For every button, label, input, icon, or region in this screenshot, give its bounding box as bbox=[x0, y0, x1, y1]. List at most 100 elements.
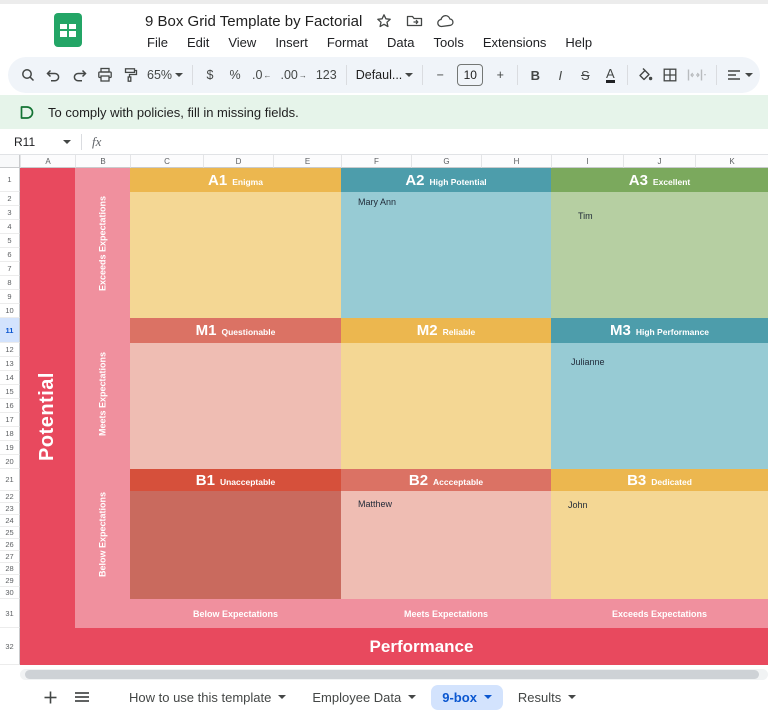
redo-icon[interactable] bbox=[71, 63, 88, 87]
spreadsheet-grid[interactable]: ABCDEFGHIJK12345678910111213141516171819… bbox=[0, 155, 768, 682]
horizontal-align-select[interactable] bbox=[726, 63, 753, 87]
chevron-down-icon[interactable] bbox=[568, 695, 576, 699]
box-body-m1[interactable] bbox=[130, 343, 341, 469]
chevron-down-icon[interactable] bbox=[278, 695, 286, 699]
increase-font-size-button[interactable]: + bbox=[492, 63, 508, 87]
paint-format-icon[interactable] bbox=[122, 63, 138, 87]
cloud-status-icon[interactable] bbox=[437, 15, 455, 28]
box-header-m3[interactable]: M3High Performance bbox=[551, 318, 768, 343]
menu-file[interactable]: File bbox=[147, 35, 168, 50]
scrollbar-thumb[interactable] bbox=[25, 670, 759, 679]
column-header-j[interactable]: J bbox=[623, 155, 695, 168]
row-header-30[interactable]: 30 bbox=[0, 587, 20, 599]
box-header-a3[interactable]: A3Excellent bbox=[551, 168, 768, 192]
box-header-b3[interactable]: B3Dedicated bbox=[551, 469, 768, 491]
column-header-b[interactable]: B bbox=[75, 155, 130, 168]
row-header-31[interactable]: 31 bbox=[0, 599, 20, 628]
italic-button[interactable]: I bbox=[552, 63, 568, 87]
row-header-2[interactable]: 2 bbox=[0, 192, 20, 206]
chevron-down-icon[interactable] bbox=[63, 140, 71, 144]
row-header-15[interactable]: 15 bbox=[0, 385, 20, 399]
column-header-g[interactable]: G bbox=[411, 155, 481, 168]
select-all-corner[interactable] bbox=[0, 155, 20, 168]
box-header-m2[interactable]: M2Reliable bbox=[341, 318, 551, 343]
box-header-b2[interactable]: B2Accceptable bbox=[341, 469, 551, 491]
menu-view[interactable]: View bbox=[228, 35, 256, 50]
print-icon[interactable] bbox=[97, 63, 113, 87]
row-header-14[interactable]: 14 bbox=[0, 371, 20, 385]
sheets-logo-icon[interactable] bbox=[54, 13, 82, 47]
row-header-4[interactable]: 4 bbox=[0, 220, 20, 234]
employee-name-julianne[interactable]: Julianne bbox=[571, 357, 605, 367]
row-header-32[interactable]: 32 bbox=[0, 628, 20, 665]
bold-button[interactable]: B bbox=[527, 63, 543, 87]
move-to-folder-icon[interactable] bbox=[406, 14, 423, 28]
column-header-h[interactable]: H bbox=[481, 155, 551, 168]
box-body-a2[interactable] bbox=[341, 192, 551, 318]
sheet-tab-employee-data[interactable]: Employee Data bbox=[301, 685, 427, 710]
column-header-i[interactable]: I bbox=[551, 155, 623, 168]
strikethrough-button[interactable]: S bbox=[577, 63, 593, 87]
row-header-28[interactable]: 28 bbox=[0, 563, 20, 575]
employee-name-matthew[interactable]: Matthew bbox=[358, 499, 392, 509]
format-currency-button[interactable]: $ bbox=[202, 63, 218, 87]
row-header-20[interactable]: 20 bbox=[0, 455, 20, 469]
undo-icon[interactable] bbox=[45, 63, 62, 87]
box-header-a2[interactable]: A2High Potential bbox=[341, 168, 551, 192]
employee-name-tim[interactable]: Tim bbox=[578, 211, 593, 221]
all-sheets-menu-icon[interactable] bbox=[70, 685, 94, 709]
decrease-font-size-button[interactable]: − bbox=[432, 63, 448, 87]
menu-format[interactable]: Format bbox=[327, 35, 368, 50]
row-header-25[interactable]: 25 bbox=[0, 527, 20, 539]
row-header-5[interactable]: 5 bbox=[0, 234, 20, 248]
more-formats-button[interactable]: 123 bbox=[316, 63, 337, 87]
column-header-k[interactable]: K bbox=[695, 155, 768, 168]
row-header-8[interactable]: 8 bbox=[0, 276, 20, 290]
row-header-29[interactable]: 29 bbox=[0, 575, 20, 587]
row-header-3[interactable]: 3 bbox=[0, 206, 20, 220]
row-header-24[interactable]: 24 bbox=[0, 515, 20, 527]
increase-decimals-button[interactable]: .00→ bbox=[280, 63, 306, 87]
row-header-6[interactable]: 6 bbox=[0, 248, 20, 262]
employee-name-mary-ann[interactable]: Mary Ann bbox=[358, 197, 396, 207]
doc-title[interactable]: 9 Box Grid Template by Factorial bbox=[145, 13, 362, 30]
menu-data[interactable]: Data bbox=[387, 35, 414, 50]
menu-insert[interactable]: Insert bbox=[275, 35, 308, 50]
row-header-12[interactable]: 12 bbox=[0, 343, 20, 357]
zoom-select[interactable]: 65% bbox=[147, 63, 183, 87]
decrease-decimals-button[interactable]: .0← bbox=[252, 63, 271, 87]
row-header-17[interactable]: 17 bbox=[0, 413, 20, 427]
row-header-13[interactable]: 13 bbox=[0, 357, 20, 371]
name-box[interactable]: R11 bbox=[14, 135, 60, 149]
row-header-1[interactable]: 1 bbox=[0, 168, 20, 192]
text-color-button[interactable]: A bbox=[602, 63, 618, 87]
font-size-input[interactable]: 10 bbox=[457, 63, 483, 87]
row-header-9[interactable]: 9 bbox=[0, 290, 20, 304]
chevron-down-icon[interactable] bbox=[484, 695, 492, 699]
search-icon[interactable] bbox=[20, 63, 36, 87]
box-body-b1[interactable] bbox=[130, 491, 341, 599]
add-sheet-icon[interactable] bbox=[38, 685, 62, 709]
row-header-27[interactable]: 27 bbox=[0, 551, 20, 563]
menu-edit[interactable]: Edit bbox=[187, 35, 209, 50]
star-icon[interactable] bbox=[376, 13, 392, 29]
box-header-a1[interactable]: A1Enigma bbox=[130, 168, 341, 192]
sheet-tab-9-box[interactable]: 9-box bbox=[431, 685, 503, 710]
column-header-f[interactable]: F bbox=[341, 155, 411, 168]
box-header-m1[interactable]: M1Questionable bbox=[130, 318, 341, 343]
format-percent-button[interactable]: % bbox=[227, 63, 243, 87]
sheet-tab-how-to-use-this-template[interactable]: How to use this template bbox=[118, 685, 297, 710]
column-header-c[interactable]: C bbox=[130, 155, 203, 168]
row-header-26[interactable]: 26 bbox=[0, 539, 20, 551]
sheet-tab-results[interactable]: Results bbox=[507, 685, 587, 710]
borders-icon[interactable] bbox=[662, 63, 678, 87]
row-header-22[interactable]: 22 bbox=[0, 491, 20, 503]
row-header-7[interactable]: 7 bbox=[0, 262, 20, 276]
row-header-11[interactable]: 11 bbox=[0, 318, 20, 343]
row-header-21[interactable]: 21 bbox=[0, 469, 20, 491]
row-header-18[interactable]: 18 bbox=[0, 427, 20, 441]
column-header-d[interactable]: D bbox=[203, 155, 273, 168]
font-select[interactable]: Defaul... bbox=[356, 63, 414, 87]
fill-color-icon[interactable] bbox=[637, 63, 653, 87]
menu-help[interactable]: Help bbox=[565, 35, 592, 50]
